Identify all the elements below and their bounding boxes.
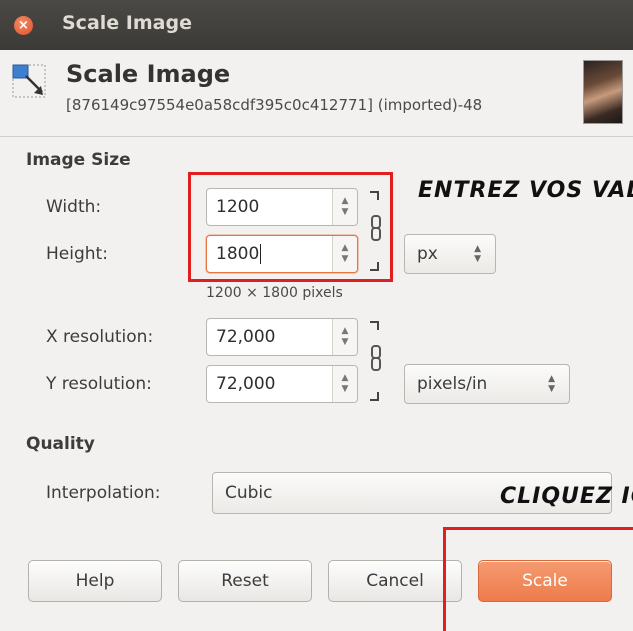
help-button[interactable]: Help: [28, 560, 162, 602]
annotation-click-here: CLIQUEZ IC: [500, 484, 633, 509]
size-unit-value: px: [417, 244, 438, 264]
resolution-unit-select[interactable]: pixels/in ▲ ▼: [404, 364, 570, 404]
pixel-size-info: 1200 × 1800 pixels: [206, 285, 343, 301]
y-resolution-value[interactable]: 72,000: [207, 374, 332, 394]
reset-button[interactable]: Reset: [178, 560, 312, 602]
dialog-title: Scale Image: [66, 60, 231, 88]
close-window-button[interactable]: ×: [14, 16, 33, 35]
interpolation-label: Interpolation:: [46, 483, 161, 503]
resolution-unit-value: pixels/in: [417, 374, 488, 394]
image-name: [876149c97554e0a58cdf395c0c412771] (impo…: [66, 96, 483, 114]
annotation-size-box: [188, 172, 393, 282]
image-thumbnail: [583, 60, 623, 124]
width-label: Width:: [46, 197, 102, 217]
size-unit-select[interactable]: px ▲ ▼: [404, 234, 496, 274]
scale-image-icon: [12, 64, 46, 98]
size-unit-arrows: ▲ ▼: [474, 244, 481, 264]
resolution-unit-arrows: ▲ ▼: [548, 374, 555, 394]
window-title: Scale Image: [62, 12, 192, 34]
cancel-button[interactable]: Cancel: [328, 560, 462, 602]
quality-heading: Quality: [26, 434, 95, 454]
y-resolution-field[interactable]: 72,000 ▲ ▼: [206, 365, 358, 403]
header-separator: [0, 136, 633, 137]
x-resolution-label: X resolution:: [46, 327, 154, 347]
annotation-enter-values: ENTREZ VOS VAL: [418, 178, 633, 203]
scale-button[interactable]: Scale: [478, 560, 612, 602]
x-resolution-value[interactable]: 72,000: [207, 327, 332, 347]
resolution-chain-icon[interactable]: [366, 318, 384, 404]
annotation-scale-box-top: [443, 527, 633, 530]
x-resolution-field[interactable]: 72,000 ▲ ▼: [206, 318, 358, 356]
height-label: Height:: [46, 244, 108, 264]
y-resolution-label: Y resolution:: [46, 374, 152, 394]
x-resolution-spin-arrows[interactable]: ▲ ▼: [332, 319, 357, 355]
image-size-heading: Image Size: [26, 150, 131, 170]
interpolation-value: Cubic: [225, 483, 273, 503]
annotation-scale-box-left: [443, 527, 446, 631]
y-resolution-spin-arrows[interactable]: ▲ ▼: [332, 366, 357, 402]
